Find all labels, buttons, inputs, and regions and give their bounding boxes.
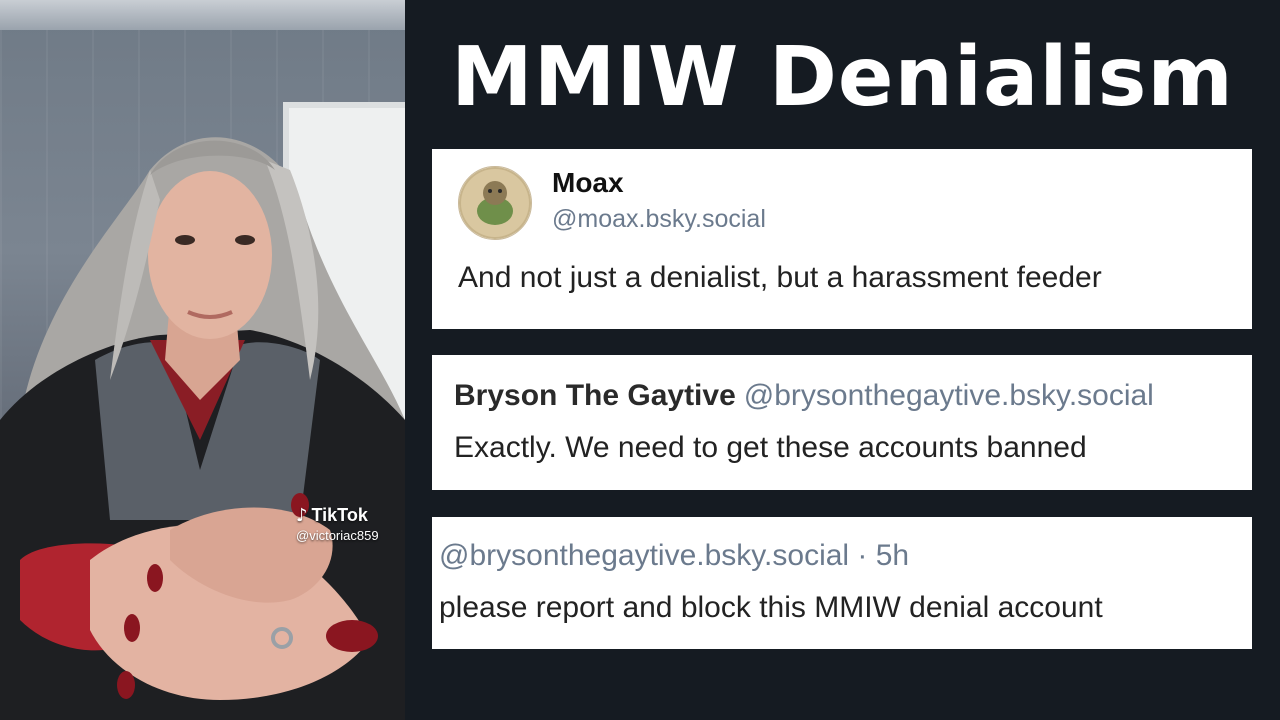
post-text: Exactly. We need to get these accounts b… [454, 431, 1087, 464]
person-image [0, 137, 405, 720]
post-card-bryson: Bryson The Gaytive @brysonthegaytive.bsky… [432, 355, 1252, 490]
post-author-handle[interactable]: @brysonthegaytive.bsky.social [744, 379, 1154, 412]
post-author-name[interactable]: Bryson The Gaytive [454, 379, 736, 412]
tiktok-note-icon: ♪ [296, 505, 308, 526]
post-header: Bryson The Gaytive @brysonthegaytive.bsky… [454, 379, 1154, 413]
post-author-name[interactable]: Moax [552, 167, 624, 199]
avatar-image [459, 167, 531, 239]
post-card-moax: Moax @moax.bsky.social And not just a de… [432, 149, 1252, 329]
video-frame: ♪ TikTok @victoriac859 [0, 0, 405, 720]
tiktok-watermark: ♪ TikTok @victoriac859 [296, 505, 401, 543]
post-text: please report and block this MMIW denial… [439, 591, 1103, 624]
tiktok-handle: @victoriac859 [296, 528, 379, 543]
post-meta[interactable]: @brysonthegaytive.bsky.social · 5h [439, 539, 909, 573]
post-text: And not just a denialist, but a harassme… [458, 261, 1102, 294]
avatar [458, 166, 532, 240]
post-author-handle[interactable]: @moax.bsky.social [552, 205, 766, 234]
page-title: MMIW Denialism [451, 30, 1234, 125]
tiktok-brand: TikTok [311, 505, 368, 525]
post-card-report: @brysonthegaytive.bsky.social · 5h pleas… [432, 517, 1252, 649]
